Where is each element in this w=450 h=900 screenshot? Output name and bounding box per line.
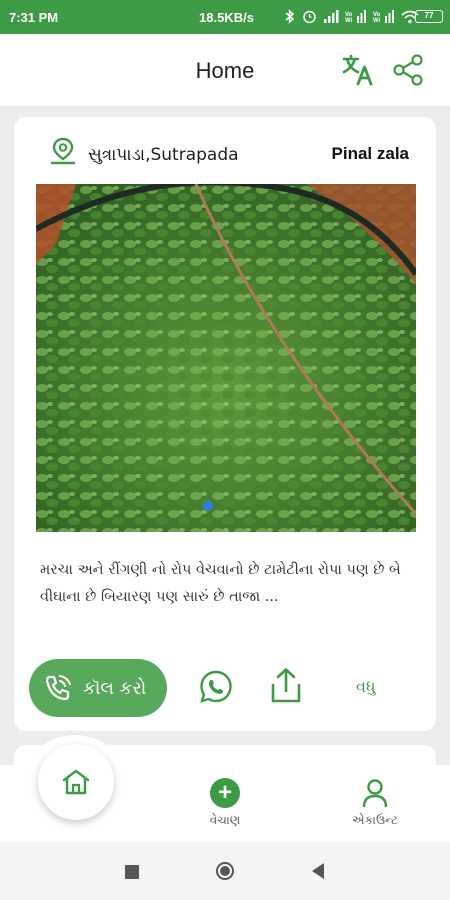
user-name: Pinal zala — [331, 144, 409, 163]
volte-signal-icon: VoWi — [345, 10, 366, 23]
seedling-field-photo — [36, 184, 416, 532]
volte-signal-2-icon: VoWi — [373, 10, 394, 23]
recent-apps-icon[interactable] — [124, 864, 140, 880]
page-title: Home — [195, 58, 255, 83]
nav-sell-button[interactable]: + વેચાણ — [185, 778, 265, 828]
person-icon — [362, 779, 388, 808]
bluetooth-icon — [285, 9, 295, 24]
alarm-icon — [303, 10, 316, 24]
call-button[interactable]: કૉલ કરો — [29, 659, 167, 717]
whatsapp-button[interactable] — [198, 669, 234, 705]
call-button-label: કૉલ કરો — [83, 677, 147, 699]
post-image[interactable] — [36, 184, 416, 532]
post-description: મરચા અને રીંગણી નો રોપ વેચવાનો છે ટામેટી… — [40, 562, 401, 605]
translate-icon — [342, 54, 373, 86]
home-icon — [62, 769, 90, 795]
share-icon — [393, 54, 423, 86]
signal-icon — [324, 10, 339, 23]
svg-text:Wi: Wi — [345, 18, 353, 23]
plus-circle-icon: + — [210, 778, 240, 808]
status-time: 7:31 PM — [9, 10, 59, 25]
more-button[interactable]: વધુ — [356, 677, 376, 697]
status-icons: Vo Wi Vo Wi — [284, 9, 419, 24]
battery-icon: 77 — [415, 10, 443, 23]
share-button[interactable] — [390, 52, 426, 88]
post-card[interactable]: સુત્રાપાડા,Sutrapada Pinal zala મરચા અને… — [14, 117, 436, 731]
share-post-button[interactable] — [269, 667, 303, 705]
network-speed: 18.5KB/s — [199, 10, 254, 25]
app-bar: Home — [0, 34, 450, 106]
nav-sell-label: વેચાણ — [209, 813, 241, 827]
location-pin-icon — [50, 137, 76, 165]
system-home-icon[interactable] — [215, 861, 235, 881]
nav-home-button[interactable] — [38, 744, 114, 820]
location-text: સુત્રાપાડા,Sutrapada — [88, 145, 239, 165]
whatsapp-icon — [200, 670, 232, 703]
nav-account-label: એકાઉન્ટ — [351, 813, 399, 827]
status-bar: 7:31 PM 18.5KB/s Vo Wi Vo Wi 77 — [0, 0, 450, 34]
upload-share-icon — [271, 668, 301, 703]
phone-ringing-icon — [45, 675, 71, 701]
svg-text:Wi: Wi — [373, 18, 381, 23]
system-back-icon[interactable] — [310, 862, 326, 880]
translate-button[interactable] — [340, 52, 376, 88]
nav-account-button[interactable]: એકાઉન્ટ — [330, 778, 420, 828]
